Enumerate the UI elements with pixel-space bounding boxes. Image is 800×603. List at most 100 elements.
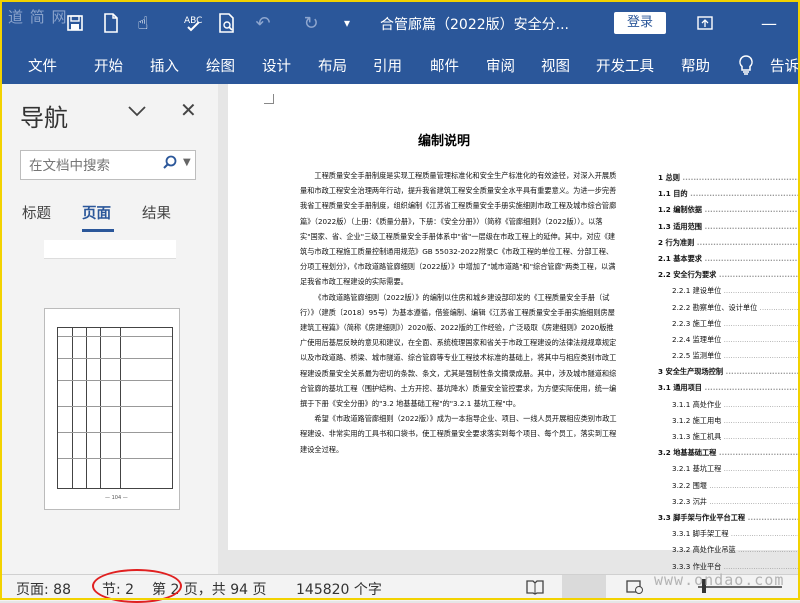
tab-draw[interactable]: 绘图 <box>206 55 235 76</box>
toc-entry[interactable]: 3.1 通用项目 ...............................… <box>658 380 800 396</box>
spelling-check-icon[interactable]: ABC <box>180 10 206 36</box>
undo-icon[interactable]: ↶ <box>250 10 276 36</box>
toc-entry[interactable]: 2.2 安全行为要求 .............................… <box>658 267 800 283</box>
body-text: 工程质量安全手册制度是实现工程质量管理标准化和安全生产标准化的有效途径，对深入开… <box>300 168 618 457</box>
thumbnail-table <box>57 327 173 489</box>
page-heading: 编制说明 <box>418 134 471 149</box>
toc-leader-dots: ........................................… <box>723 286 800 296</box>
toc-entry[interactable]: 3.2.2 围堰 ...............................… <box>658 478 800 494</box>
tab-layout[interactable]: 布局 <box>318 55 347 76</box>
chevron-down-icon[interactable] <box>128 102 146 121</box>
toc-leader-dots: ........................................… <box>730 529 800 539</box>
toc-entry[interactable]: 3.3.1 脚手架工程 ............................… <box>658 526 800 542</box>
toc-entry[interactable]: 1.2 编制依据 ...............................… <box>658 202 800 218</box>
redo-icon[interactable]: ↻ <box>298 10 324 36</box>
toc-entry[interactable]: 3.2.3 沉井 ...............................… <box>658 494 800 510</box>
toc-entry-label: 2.2.4 监理单位 <box>672 334 722 344</box>
toc-entry[interactable]: 2.1 基本要求 ...............................… <box>658 251 800 267</box>
web-layout-icon[interactable] <box>626 579 644 599</box>
nav-tab-results[interactable]: 结果 <box>142 202 171 223</box>
word-count[interactable]: 145820 个字 <box>296 579 382 599</box>
toc-entry[interactable]: 3.3.2 高处作业吊篮 ...........................… <box>658 542 800 558</box>
page-indicator[interactable]: 页面: 88 <box>16 579 71 599</box>
toc-entry-label: 3.3.1 脚手架工程 <box>672 529 729 539</box>
toc-leader-dots: ........................................… <box>709 480 800 490</box>
active-tab-indicator <box>82 229 114 232</box>
tab-references[interactable]: 引用 <box>373 55 402 76</box>
document-area[interactable]: 编制说明 工程质量安全手册制度是实现工程质量管理标准化和安全生产标准化的有效途径… <box>218 84 800 574</box>
ribbon-display-icon[interactable] <box>690 10 720 36</box>
toc-entry[interactable]: 3.1.3 施工机具 .............................… <box>658 429 800 445</box>
tab-developer[interactable]: 开发工具 <box>596 55 654 76</box>
nav-search-box[interactable]: ▼ <box>20 150 196 180</box>
close-icon[interactable]: ✕ <box>180 98 197 122</box>
toc-leader-dots: ........................................… <box>709 496 800 506</box>
tab-help[interactable]: 帮助 <box>681 55 710 76</box>
tab-insert[interactable]: 插入 <box>150 55 179 76</box>
toc-leader-dots: ........................................… <box>704 221 800 231</box>
toc-entry-label: 1.2 编制依据 <box>658 205 702 215</box>
tab-view[interactable]: 视图 <box>541 55 570 76</box>
thumbnail-page-number: — 104 — <box>105 495 128 501</box>
customize-quick-access-icon[interactable]: ▾ <box>334 10 360 36</box>
tab-home[interactable]: 开始 <box>94 55 123 76</box>
toc-entry-label: 3.1.3 施工机具 <box>672 432 722 441</box>
toc-entry[interactable]: 2.2.4 监理单位 .............................… <box>658 332 800 348</box>
page-thumbnail[interactable] <box>44 240 176 259</box>
tab-file[interactable]: 文件 <box>28 55 57 76</box>
title-bar: 道 简 网 ☝ ABC ↶ ↻ ▾ 合管廊篇（2022版）安全分... 登录 — <box>0 0 800 48</box>
tab-design[interactable]: 设计 <box>262 55 291 76</box>
toc-leader-dots: ........................................… <box>696 237 800 247</box>
toc-entry[interactable]: 3.2.1 基坑工程 .............................… <box>658 461 800 477</box>
page-thumbnail[interactable]: — 104 — <box>44 308 180 510</box>
toc-entry-label: 1 总则 <box>658 173 680 182</box>
toc-entry[interactable]: 3.1.2 施工用电 .............................… <box>658 413 800 429</box>
toc-entry[interactable]: 2.2.3 施工单位 .............................… <box>658 316 800 332</box>
document-page[interactable]: 编制说明 工程质量安全手册制度是实现工程质量管理标准化和安全生产标准化的有效途径… <box>228 84 800 571</box>
toc-entry[interactable]: 1.1 目的 .................................… <box>658 186 800 202</box>
tell-me-search[interactable]: 告诉 <box>770 55 799 76</box>
toc-leader-dots: ........................................… <box>679 173 800 182</box>
toc-entry-label: 2 行为准则 <box>658 237 695 247</box>
new-doc-icon[interactable] <box>98 10 124 36</box>
site-watermark: 道 简 网 <box>8 8 68 26</box>
toc-entry-label: 3.1 通用项目 <box>658 383 702 393</box>
toc-leader-dots: ........................................… <box>725 367 800 377</box>
table-of-contents: 1 总则 ...................................… <box>658 170 800 574</box>
search-icon[interactable] <box>163 155 177 173</box>
toc-entry[interactable]: 1.3 适用范围 ...............................… <box>658 219 800 235</box>
toc-leader-dots: ........................................… <box>704 205 800 215</box>
search-options-chevron-icon[interactable]: ▼ <box>183 157 191 168</box>
toc-entry[interactable]: 2.2.5 监测单位 .............................… <box>658 348 800 364</box>
toc-entry[interactable]: 1 总则 ...................................… <box>658 170 800 186</box>
toc-entry[interactable]: 3.1.1 高处作业 .............................… <box>658 397 800 413</box>
toc-entry[interactable]: 2 行为准则 .................................… <box>658 235 800 251</box>
login-button[interactable]: 登录 <box>614 12 666 34</box>
toc-entry[interactable]: 2.2.2 勘察单位、设计单位 ........................… <box>658 300 800 316</box>
tab-review[interactable]: 审阅 <box>486 55 515 76</box>
toc-entry[interactable]: 3.2 地基基础工程 .............................… <box>658 445 800 461</box>
print-preview-icon[interactable] <box>214 10 240 36</box>
nav-tab-pages[interactable]: 页面 <box>82 202 111 223</box>
minimize-icon[interactable]: — <box>754 10 784 36</box>
toc-entry-label: 2.2.1 建设单位 <box>672 286 722 296</box>
toc-entry-label: 2.2.5 监测单位 <box>672 351 722 361</box>
touch-mode-icon[interactable]: ☝ <box>130 10 156 36</box>
toc-entry-label: 3.3.2 高处作业吊篮 <box>672 545 736 555</box>
toc-entry[interactable]: 2.2.1 建设单位 .............................… <box>658 283 800 299</box>
read-mode-icon[interactable] <box>526 579 544 599</box>
red-annotation-circle <box>92 569 182 603</box>
paragraph: 希望《市政道路管廊细则（2022版）》成为一本指导企业、项目、一线人员开展相应类… <box>300 414 617 454</box>
toc-entry-label: 3.3 脚手架与作业平台工程 <box>658 512 746 522</box>
nav-tab-headings[interactable]: 标题 <box>22 202 51 223</box>
toc-entry-label: 2.2.2 勘察单位、设计单位 <box>672 302 758 312</box>
tab-mailings[interactable]: 邮件 <box>430 55 459 76</box>
toc-leader-dots: ........................................… <box>690 189 800 199</box>
page-thumbnails: — 104 — <box>0 236 218 574</box>
toc-entry[interactable]: 3.3 脚手架与作业平台工程 .........................… <box>658 510 800 526</box>
toc-entry[interactable]: 3 安全生产现场控制 .............................… <box>658 364 800 380</box>
search-input[interactable] <box>27 153 161 179</box>
save-icon[interactable] <box>62 10 88 36</box>
toc-leader-dots: ........................................… <box>723 318 800 328</box>
lightbulb-icon[interactable] <box>738 55 754 79</box>
